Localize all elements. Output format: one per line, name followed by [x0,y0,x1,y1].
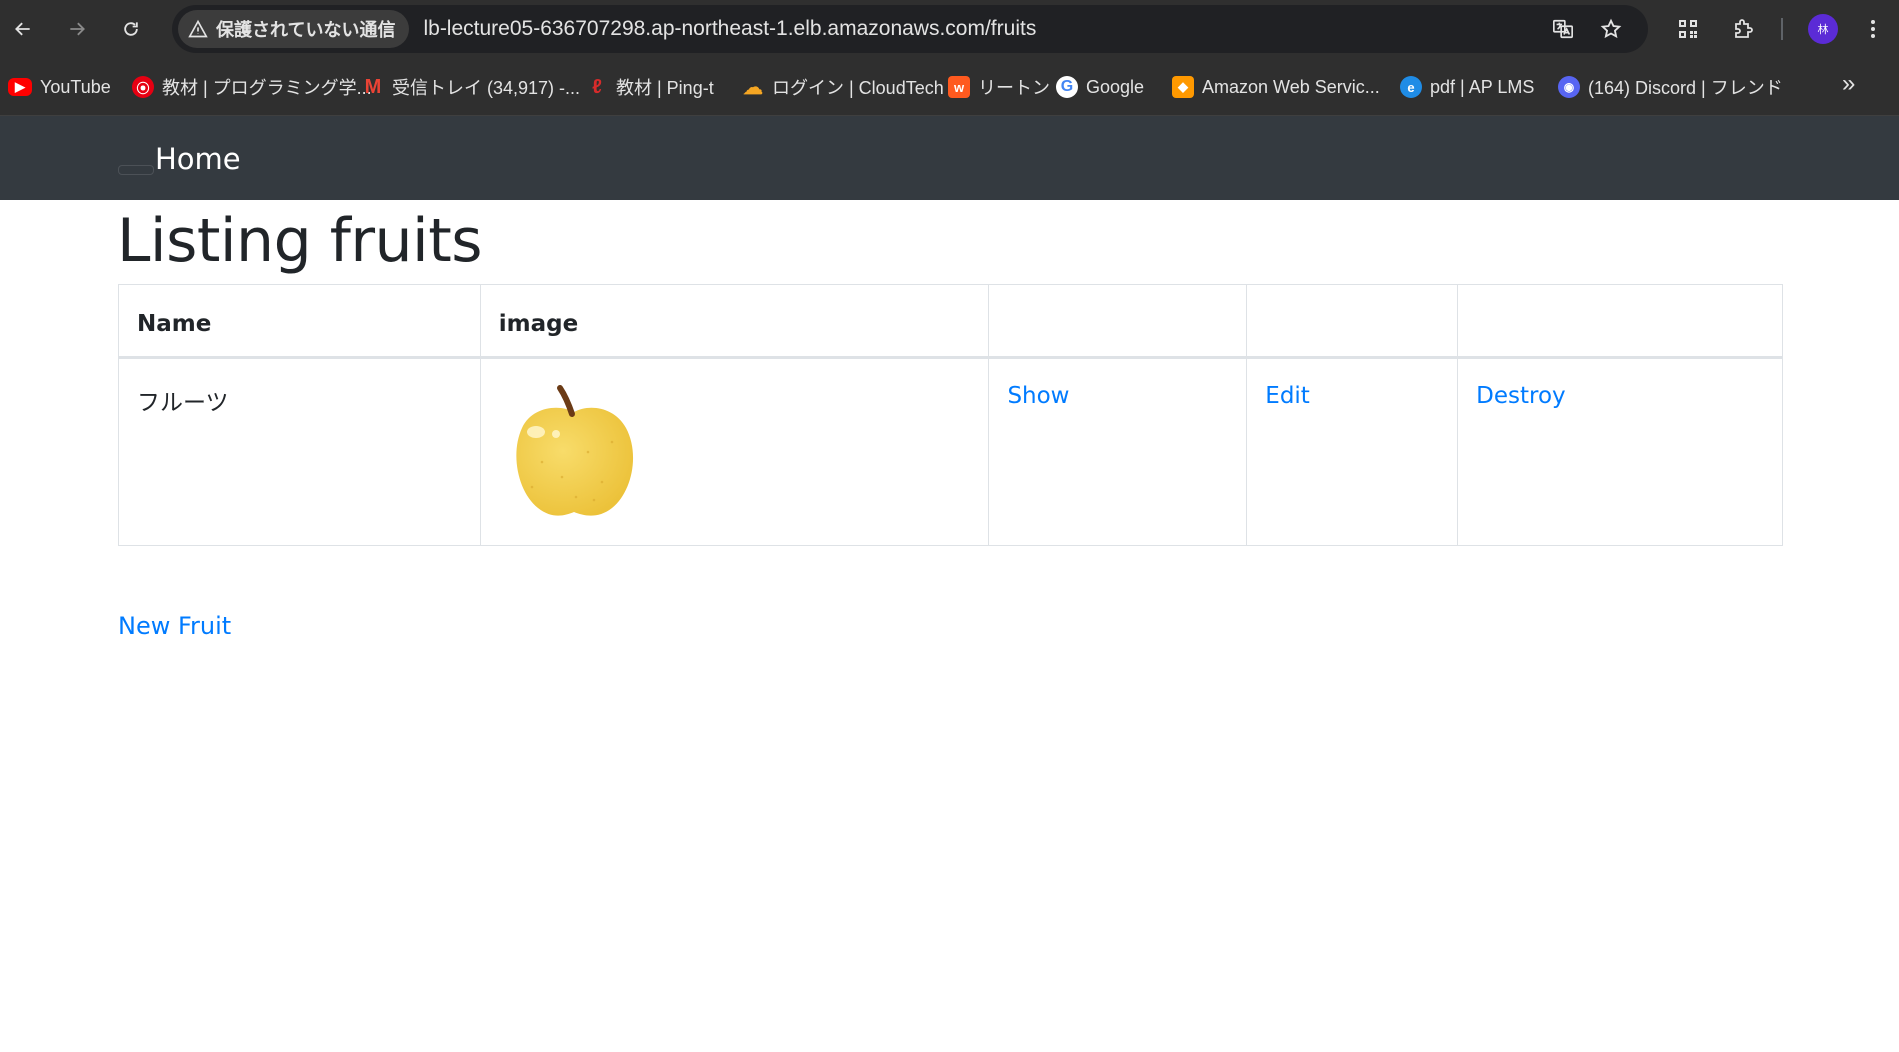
bookmark-label: 受信トレイ (34,917) -... [392,78,581,98]
bookmark-label: 教材 | Ping-t [616,78,714,98]
column-header-image: image [479,284,990,359]
arrow-left-icon [15,22,30,36]
bookmarks-bar: ▶ YouTube ⦿ 教材 | プログラミング学... M 受信トレイ (34… [0,58,1899,116]
column-header-destroy [1457,284,1783,359]
fruit-name-cell: フルーツ [118,357,481,546]
bookmark-label: リートン [978,78,1050,98]
back-button[interactable] [6,12,40,46]
url-text[interactable]: lb-lecture05-636707298.ap-northeast-1.el… [423,17,1036,41]
bookmark-item[interactable]: G Google [1056,72,1144,102]
toolbar-divider [1781,18,1783,40]
bookmark-item[interactable]: ▶ YouTube [8,72,111,102]
navbar-home-link[interactable]: Home [155,142,241,176]
profile-avatar[interactable]: 林 [1808,14,1838,44]
techacademy-icon: ⦿ [132,76,154,98]
site-navbar [0,116,1899,200]
column-header-name: Name [118,284,481,359]
show-link[interactable]: Show [1007,383,1069,409]
bookmark-item[interactable]: M 受信トレイ (34,917) -... [362,72,580,102]
arrow-right-icon [70,22,85,36]
edit-cell: Edit [1246,357,1459,546]
column-header-edit [1246,284,1459,359]
reload-button[interactable] [114,12,148,46]
browser-menu-button[interactable] [1858,14,1888,44]
bookmark-label: Google [1086,76,1145,97]
translate-icon [1553,19,1573,39]
bookmark-label: pdf | AP LMS [1430,76,1535,97]
gmail-icon: M [364,75,382,98]
discord-icon: ◉ [1558,76,1580,98]
qr-code-button[interactable] [1673,14,1703,44]
edge-icon: e [1400,76,1422,98]
google-icon: G [1056,76,1078,98]
translate-button[interactable] [1548,14,1578,44]
forward-button[interactable] [60,12,94,46]
edit-link[interactable]: Edit [1265,383,1310,409]
page-title: Listing fruits [117,206,483,276]
bookmark-label: Amazon Web Servic... [1202,76,1380,97]
table-row: フルーツ Show Edit Destroy [118,357,1783,546]
destroy-cell: Destroy [1457,357,1783,546]
bookmark-item[interactable]: w リートン [948,72,1050,102]
bookmark-label: 教材 | プログラミング学... [162,78,372,98]
bookmark-item[interactable]: ⦿ 教材 | プログラミング学... [132,72,372,102]
extensions-button[interactable] [1728,14,1758,44]
bookmark-label: (164) Discord | フレンド [1588,78,1783,98]
address-bar[interactable]: 保護されていない通信 lb-lecture05-636707298.ap-nor… [172,5,1648,53]
new-fruit-link[interactable]: New Fruit [118,612,231,640]
column-header-show [988,284,1248,359]
puzzle-icon [1735,19,1753,38]
fruit-image-cell [479,357,990,546]
bookmark-item[interactable]: ◉ (164) Discord | フレンド [1558,72,1783,102]
star-icon [1600,18,1622,39]
bookmark-item[interactable]: ℓ 教材 | Ping-t [586,72,714,102]
bookmark-item[interactable]: ◆ Amazon Web Servic... [1172,72,1380,102]
fruits-table: Name image フルーツ Show Edit Destroy [118,284,1783,546]
pingt-icon: ℓ [592,75,602,98]
kebab-menu-icon [1871,20,1875,38]
bookmark-label: ログイン | CloudTech [772,78,944,98]
bookmark-item[interactable]: ☁ ログイン | CloudTech [742,72,944,102]
bookmark-item[interactable]: e pdf | AP LMS [1400,72,1534,102]
bookmark-label: YouTube [40,76,111,97]
security-indicator[interactable]: 保護されていない通信 [178,10,410,48]
qr-code-icon [1679,20,1697,38]
wrtn-icon: w [948,76,970,98]
browser-toolbar: 保護されていない通信 lb-lecture05-636707298.ap-nor… [0,0,1899,58]
navbar-toggler[interactable] [118,165,154,175]
warning-icon [188,19,208,38]
show-cell: Show [988,357,1248,546]
table-header-row: Name image [118,284,1783,359]
bookmarks-overflow-chevron-icon[interactable]: » [1842,70,1855,98]
youtube-icon: ▶ [8,78,32,96]
aws-icon: ◆ [1172,76,1194,98]
bookmark-star-button[interactable] [1596,14,1626,44]
security-label: 保護されていない通信 [216,20,396,41]
yellow-apple-image [516,385,633,516]
cloud-icon: ☁ [743,76,763,99]
destroy-link[interactable]: Destroy [1476,383,1566,409]
reload-icon [124,22,138,36]
